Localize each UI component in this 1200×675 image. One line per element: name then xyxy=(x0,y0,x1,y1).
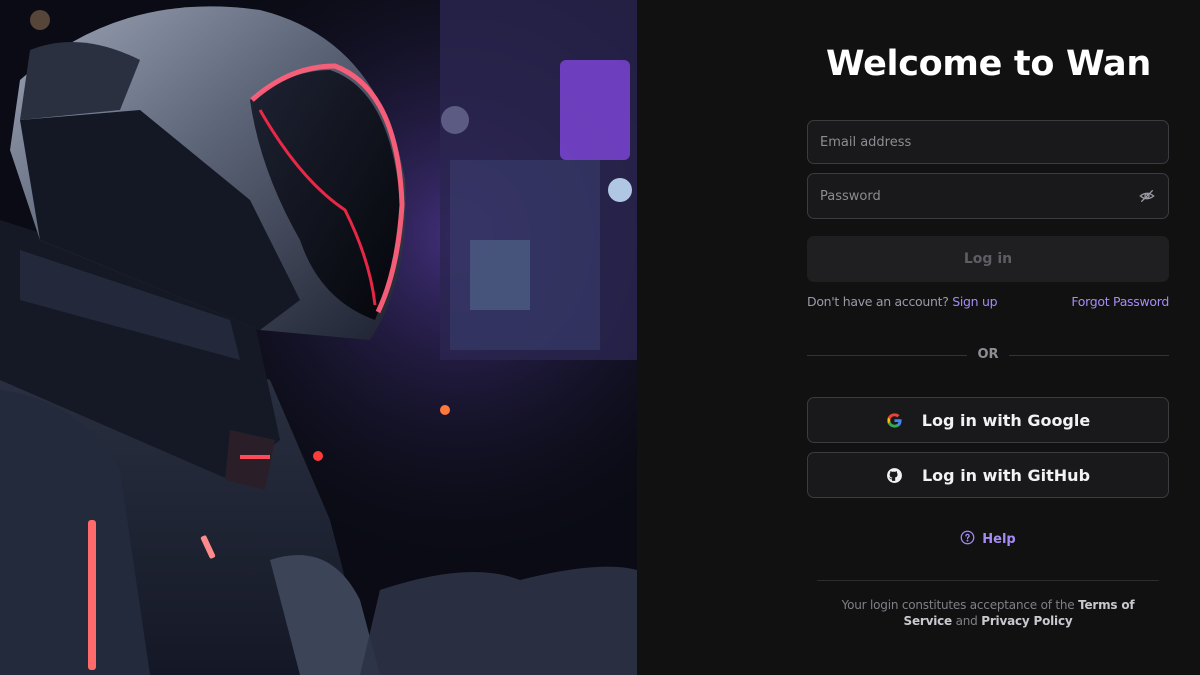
google-login-button[interactable]: Log in with Google xyxy=(807,397,1169,443)
login-panel: Welcome to Wan Log in Don't have an acco… xyxy=(637,0,1200,675)
google-icon xyxy=(886,411,904,429)
privacy-policy-link[interactable]: Privacy Policy xyxy=(981,614,1072,628)
email-field[interactable] xyxy=(807,120,1169,164)
terms-prefix: Your login constitutes acceptance of the xyxy=(841,598,1075,612)
help-link[interactable]: Help xyxy=(807,530,1169,549)
google-button-label: Log in with Google xyxy=(921,410,1091,430)
signup-prompt: Don't have an account? Sign up xyxy=(807,294,998,309)
help-label: Help xyxy=(982,532,1016,547)
login-button[interactable]: Log in xyxy=(807,236,1169,282)
email-input[interactable] xyxy=(820,134,1156,150)
no-account-text: Don't have an account? xyxy=(807,294,949,309)
question-circle-icon xyxy=(960,530,975,549)
github-icon xyxy=(886,466,904,484)
footer-divider xyxy=(817,580,1159,581)
or-divider: OR xyxy=(807,346,1169,364)
page-title: Welcome to Wan xyxy=(826,44,1151,84)
github-login-button[interactable]: Log in with GitHub xyxy=(807,452,1169,498)
terms-and: and xyxy=(955,614,978,628)
eye-off-icon[interactable] xyxy=(1138,187,1156,205)
password-field[interactable] xyxy=(807,173,1169,219)
hero-image xyxy=(0,0,637,675)
github-button-label: Log in with GitHub xyxy=(921,465,1091,485)
terms-notice: Your login constitutes acceptance of the… xyxy=(837,597,1139,629)
forgot-password-link[interactable]: Forgot Password xyxy=(1071,294,1169,309)
password-input[interactable] xyxy=(820,188,1138,204)
signup-link[interactable]: Sign up xyxy=(952,294,997,309)
account-links: Don't have an account? Sign up Forgot Pa… xyxy=(807,294,1169,312)
divider-line-right xyxy=(1009,355,1169,356)
astronaut-illustration xyxy=(0,0,637,675)
